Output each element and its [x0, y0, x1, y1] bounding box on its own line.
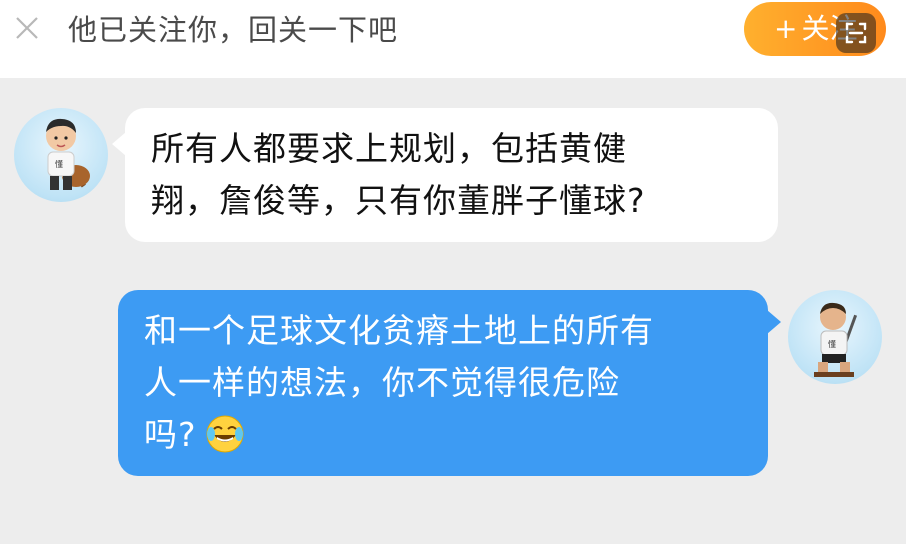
- received-message-bubble[interactable]: 所有人都要求上规划，包括黄健 翔，詹俊等，只有你董胖子懂球?: [112, 108, 778, 242]
- message-text-line: 吗?: [144, 409, 744, 461]
- avatar-cartoon-image: 懂: [46, 118, 90, 190]
- svg-text:懂: 懂: [55, 159, 63, 169]
- sent-message-bubble[interactable]: 和一个足球文化贫瘠土地上的所有 人一样的想法，你不觉得很危险 吗?: [118, 290, 781, 476]
- close-icon[interactable]: [12, 13, 42, 43]
- scan-icon[interactable]: [836, 13, 876, 53]
- message-text-line: 人一样的想法，你不觉得很危险: [144, 363, 620, 402]
- avatar-photo-image: 懂: [814, 302, 858, 377]
- message-text-line: 所有人都要求上规划，包括黄健: [151, 129, 627, 168]
- my-avatar[interactable]: 懂: [788, 290, 882, 384]
- message-text-line: 翔，詹俊等，只有你董胖子懂球?: [151, 181, 646, 220]
- message-text: 吗?: [144, 415, 197, 454]
- sender-avatar[interactable]: 懂: [14, 108, 108, 202]
- message-text-line: 和一个足球文化贫瘠土地上的所有: [144, 311, 654, 350]
- follow-back-prompt: 他已关注你，回关一下吧: [68, 13, 399, 47]
- plus-icon: +: [774, 12, 798, 45]
- laughing-tears-emoji-icon: [206, 415, 244, 453]
- follow-back-banner: 他已关注你，回关一下吧 + 关注: [0, 0, 906, 78]
- svg-text:懂: 懂: [828, 339, 836, 349]
